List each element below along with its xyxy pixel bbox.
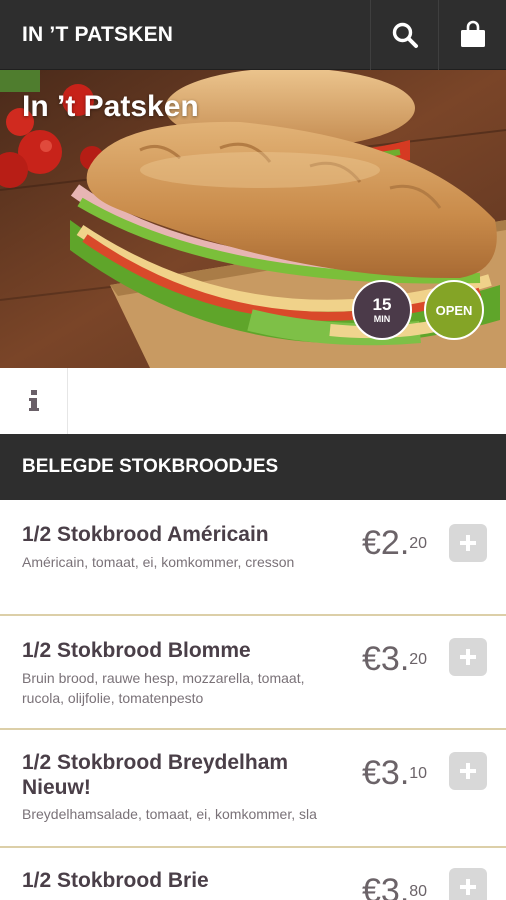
- info-icon: [28, 390, 39, 411]
- add-to-cart-button[interactable]: [449, 524, 487, 562]
- product-item[interactable]: 1/2 Stokbrood Américain Américain, tomaa…: [0, 500, 506, 616]
- info-button[interactable]: [0, 368, 68, 434]
- price-cents: 20: [409, 535, 428, 552]
- plus-icon: [460, 535, 476, 551]
- add-to-cart-button[interactable]: [449, 752, 487, 790]
- price-main: €2.: [362, 524, 410, 562]
- price-main: €3.: [362, 872, 410, 900]
- product-description: Breydelhamsalade, tomaat, ei, komkommer,…: [22, 806, 317, 822]
- search-button[interactable]: [370, 0, 438, 70]
- product-name: 1/2 Stokbrood Breydelham Nieuw!: [22, 751, 289, 799]
- product-description: Américain, tomaat, ei, komkommer, cresso…: [22, 554, 295, 570]
- prep-time-value: 15: [372, 294, 392, 314]
- price-main: €3.: [362, 754, 410, 792]
- brand-title[interactable]: IN ’T PATSKEN: [0, 23, 370, 47]
- price-cents: 10: [409, 765, 428, 782]
- shopping-bag-icon: [460, 20, 485, 47]
- plus-icon: [460, 649, 476, 665]
- add-to-cart-button[interactable]: [449, 638, 487, 676]
- price-cents: 80: [409, 883, 428, 900]
- prep-time-unit: MIN: [373, 313, 391, 324]
- product-name: 1/2 Stokbrood Américain: [22, 523, 269, 546]
- product-item[interactable]: 1/2 Stokbrood Blomme Bruin brood, rauwe …: [0, 616, 506, 730]
- cart-button[interactable]: [438, 0, 506, 70]
- product-list: 1/2 Stokbrood Américain Américain, tomaa…: [0, 500, 506, 900]
- plus-icon: [460, 879, 476, 895]
- product-item[interactable]: 1/2 Stokbrood Brie €3.80: [0, 848, 506, 900]
- search-icon: [392, 22, 418, 48]
- plus-icon: [460, 763, 476, 779]
- prep-time-badge: 15 MIN: [352, 280, 412, 340]
- product-price: €3.80: [362, 874, 427, 900]
- product-name: 1/2 Stokbrood Blomme: [22, 639, 251, 662]
- product-item[interactable]: 1/2 Stokbrood Breydelham Nieuw! Breydelh…: [0, 730, 506, 848]
- restaurant-name: In ’t Patsken: [22, 90, 199, 123]
- product-price: €3.10: [362, 756, 427, 790]
- top-bar: IN ’T PATSKEN: [0, 0, 506, 70]
- price-main: €3.: [362, 640, 410, 678]
- product-price: €3.20: [362, 642, 427, 676]
- product-price: €2.20: [362, 526, 427, 560]
- restaurant-hero: In ’t Patsken 15 MIN OPEN: [0, 70, 506, 368]
- open-status-badge: OPEN: [424, 280, 484, 340]
- info-bar: [0, 368, 506, 434]
- product-name: 1/2 Stokbrood Brie: [22, 869, 209, 892]
- product-description: Bruin brood, rauwe hesp, mozzarella, tom…: [22, 670, 305, 706]
- price-cents: 20: [409, 651, 428, 668]
- add-to-cart-button[interactable]: [449, 868, 487, 900]
- category-header: BELEGDE STOKBROODJES: [0, 434, 506, 500]
